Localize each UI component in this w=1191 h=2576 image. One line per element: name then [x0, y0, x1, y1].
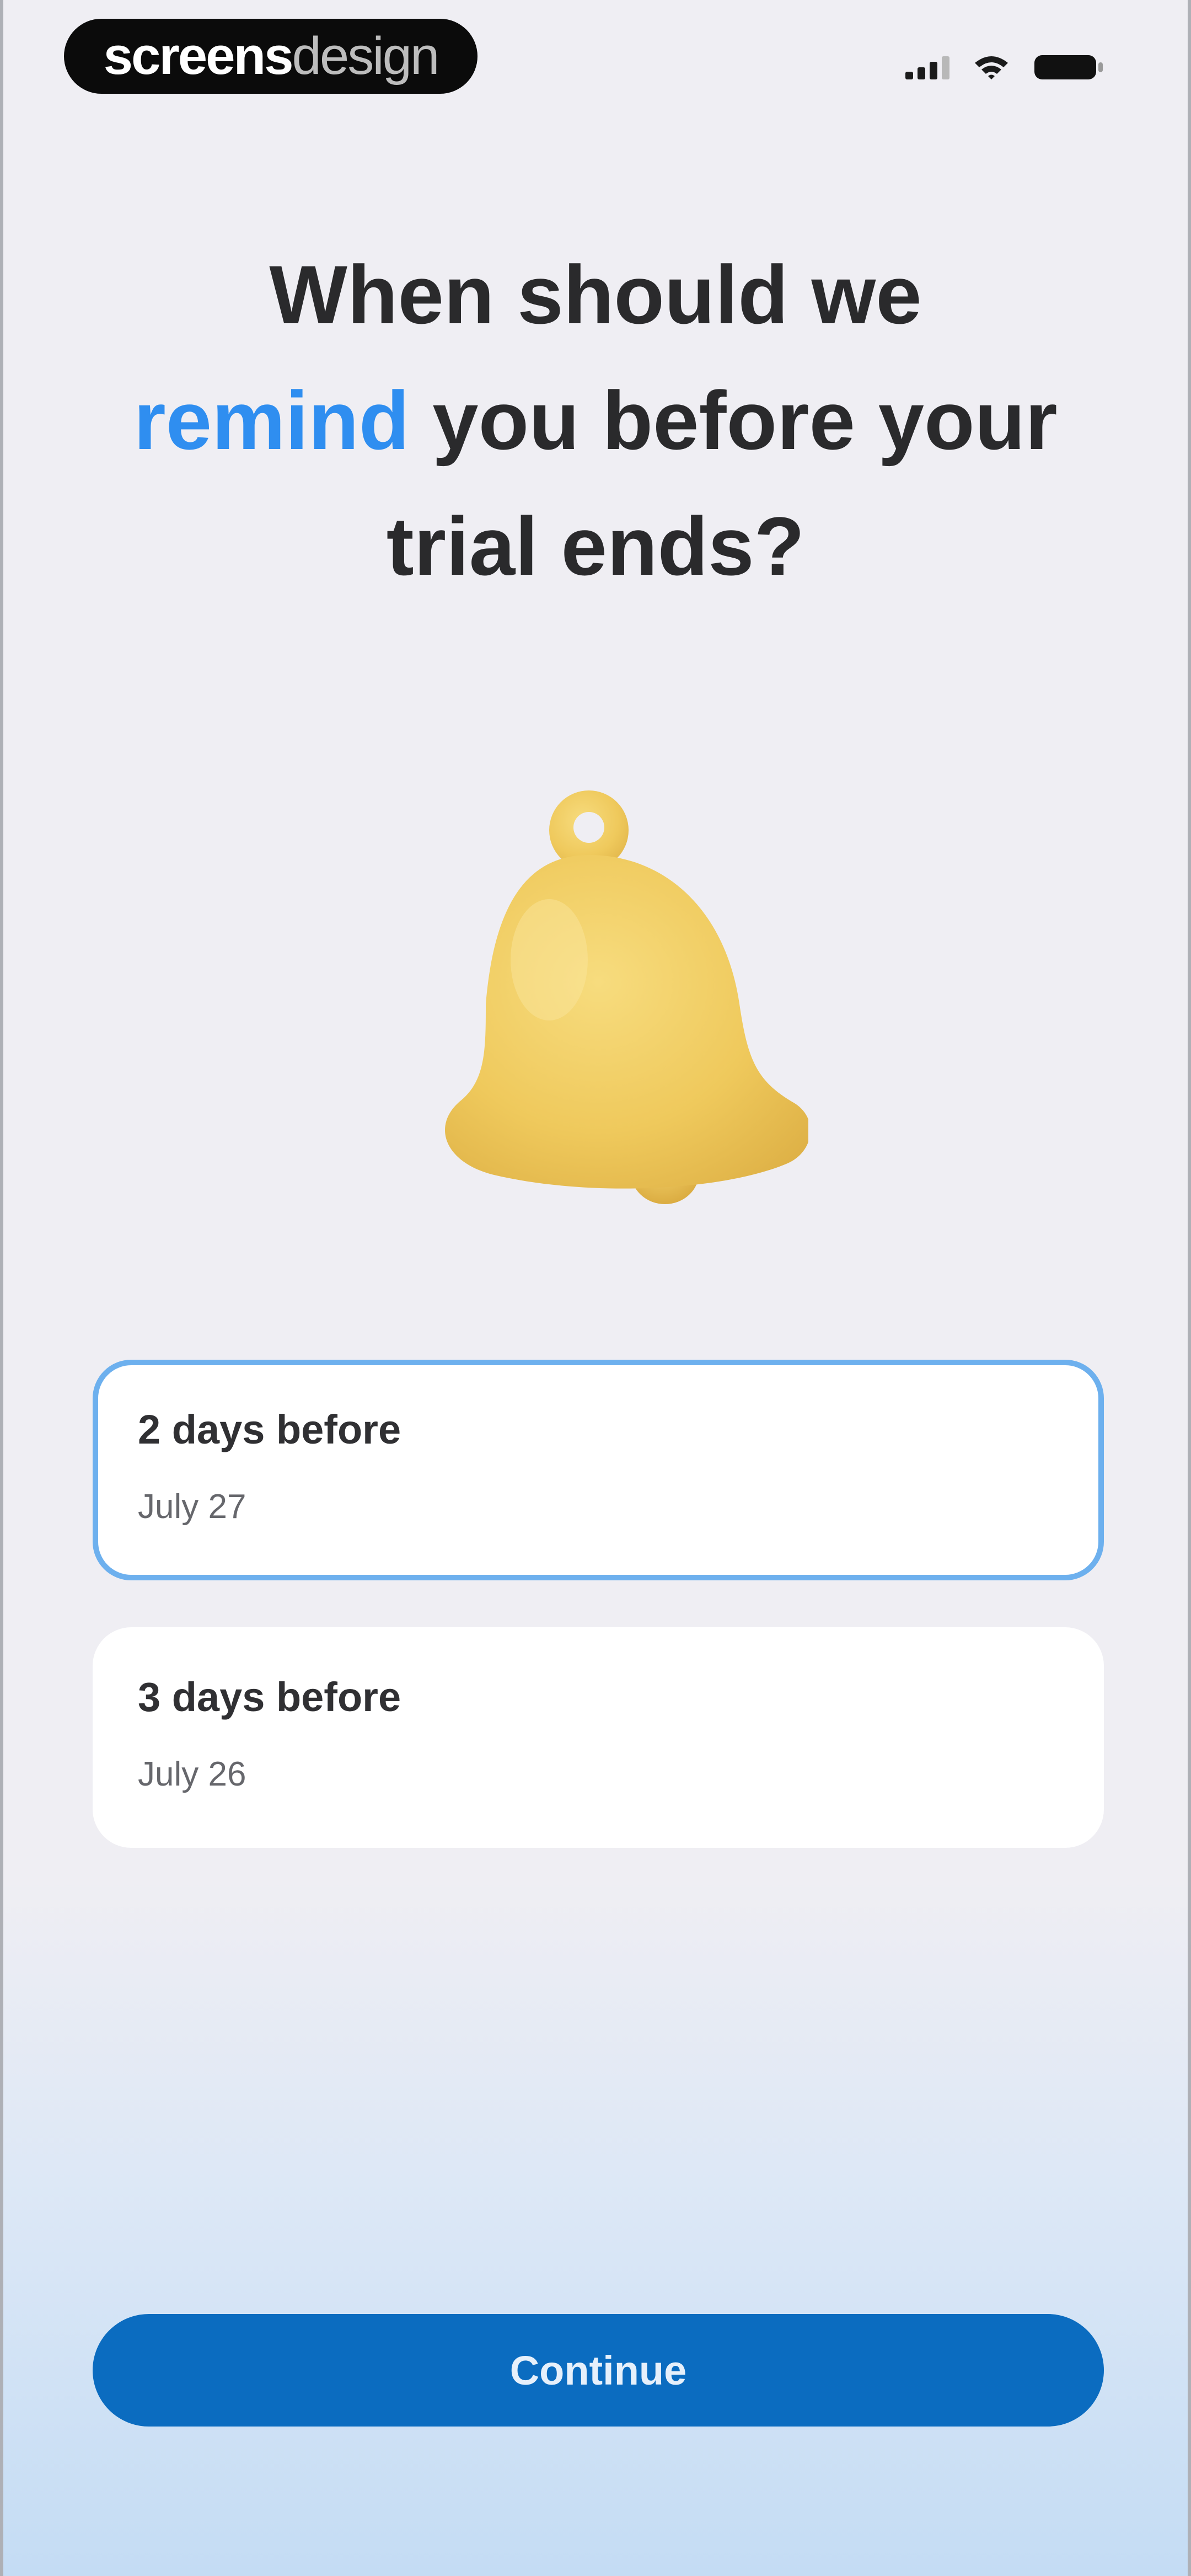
screensdesign-watermark: screens design [64, 19, 478, 94]
watermark-light-text: design [292, 26, 440, 85]
wifi-icon [974, 54, 1009, 81]
option-title: 3 days before [138, 1674, 401, 1720]
reminder-screen: screens design When should we remind you … [0, 0, 1191, 2576]
title-line-2-rest: you before your [409, 374, 1058, 467]
continue-button[interactable]: Continue [93, 2314, 1104, 2427]
battery-icon [1033, 53, 1105, 82]
bell-icon [433, 772, 811, 1225]
reminder-option-2-days[interactable]: 2 days before July 27 [93, 1360, 1104, 1580]
signal-icon [905, 55, 949, 79]
option-date: July 26 [138, 1755, 246, 1793]
watermark-bold-text: screens [103, 26, 294, 85]
title-accent-word: remind [133, 374, 410, 467]
option-date: July 27 [138, 1488, 246, 1526]
title-line-3: trial ends? [386, 500, 805, 592]
reminder-option-3-days[interactable]: 3 days before July 26 [93, 1627, 1104, 1848]
option-title: 2 days before [138, 1407, 401, 1452]
page-title: When should we remind you before your tr… [69, 232, 1122, 609]
title-line-2: remind you before your [69, 357, 1122, 483]
title-line-1: When should we [269, 248, 922, 341]
status-bar-icons [905, 53, 1105, 82]
